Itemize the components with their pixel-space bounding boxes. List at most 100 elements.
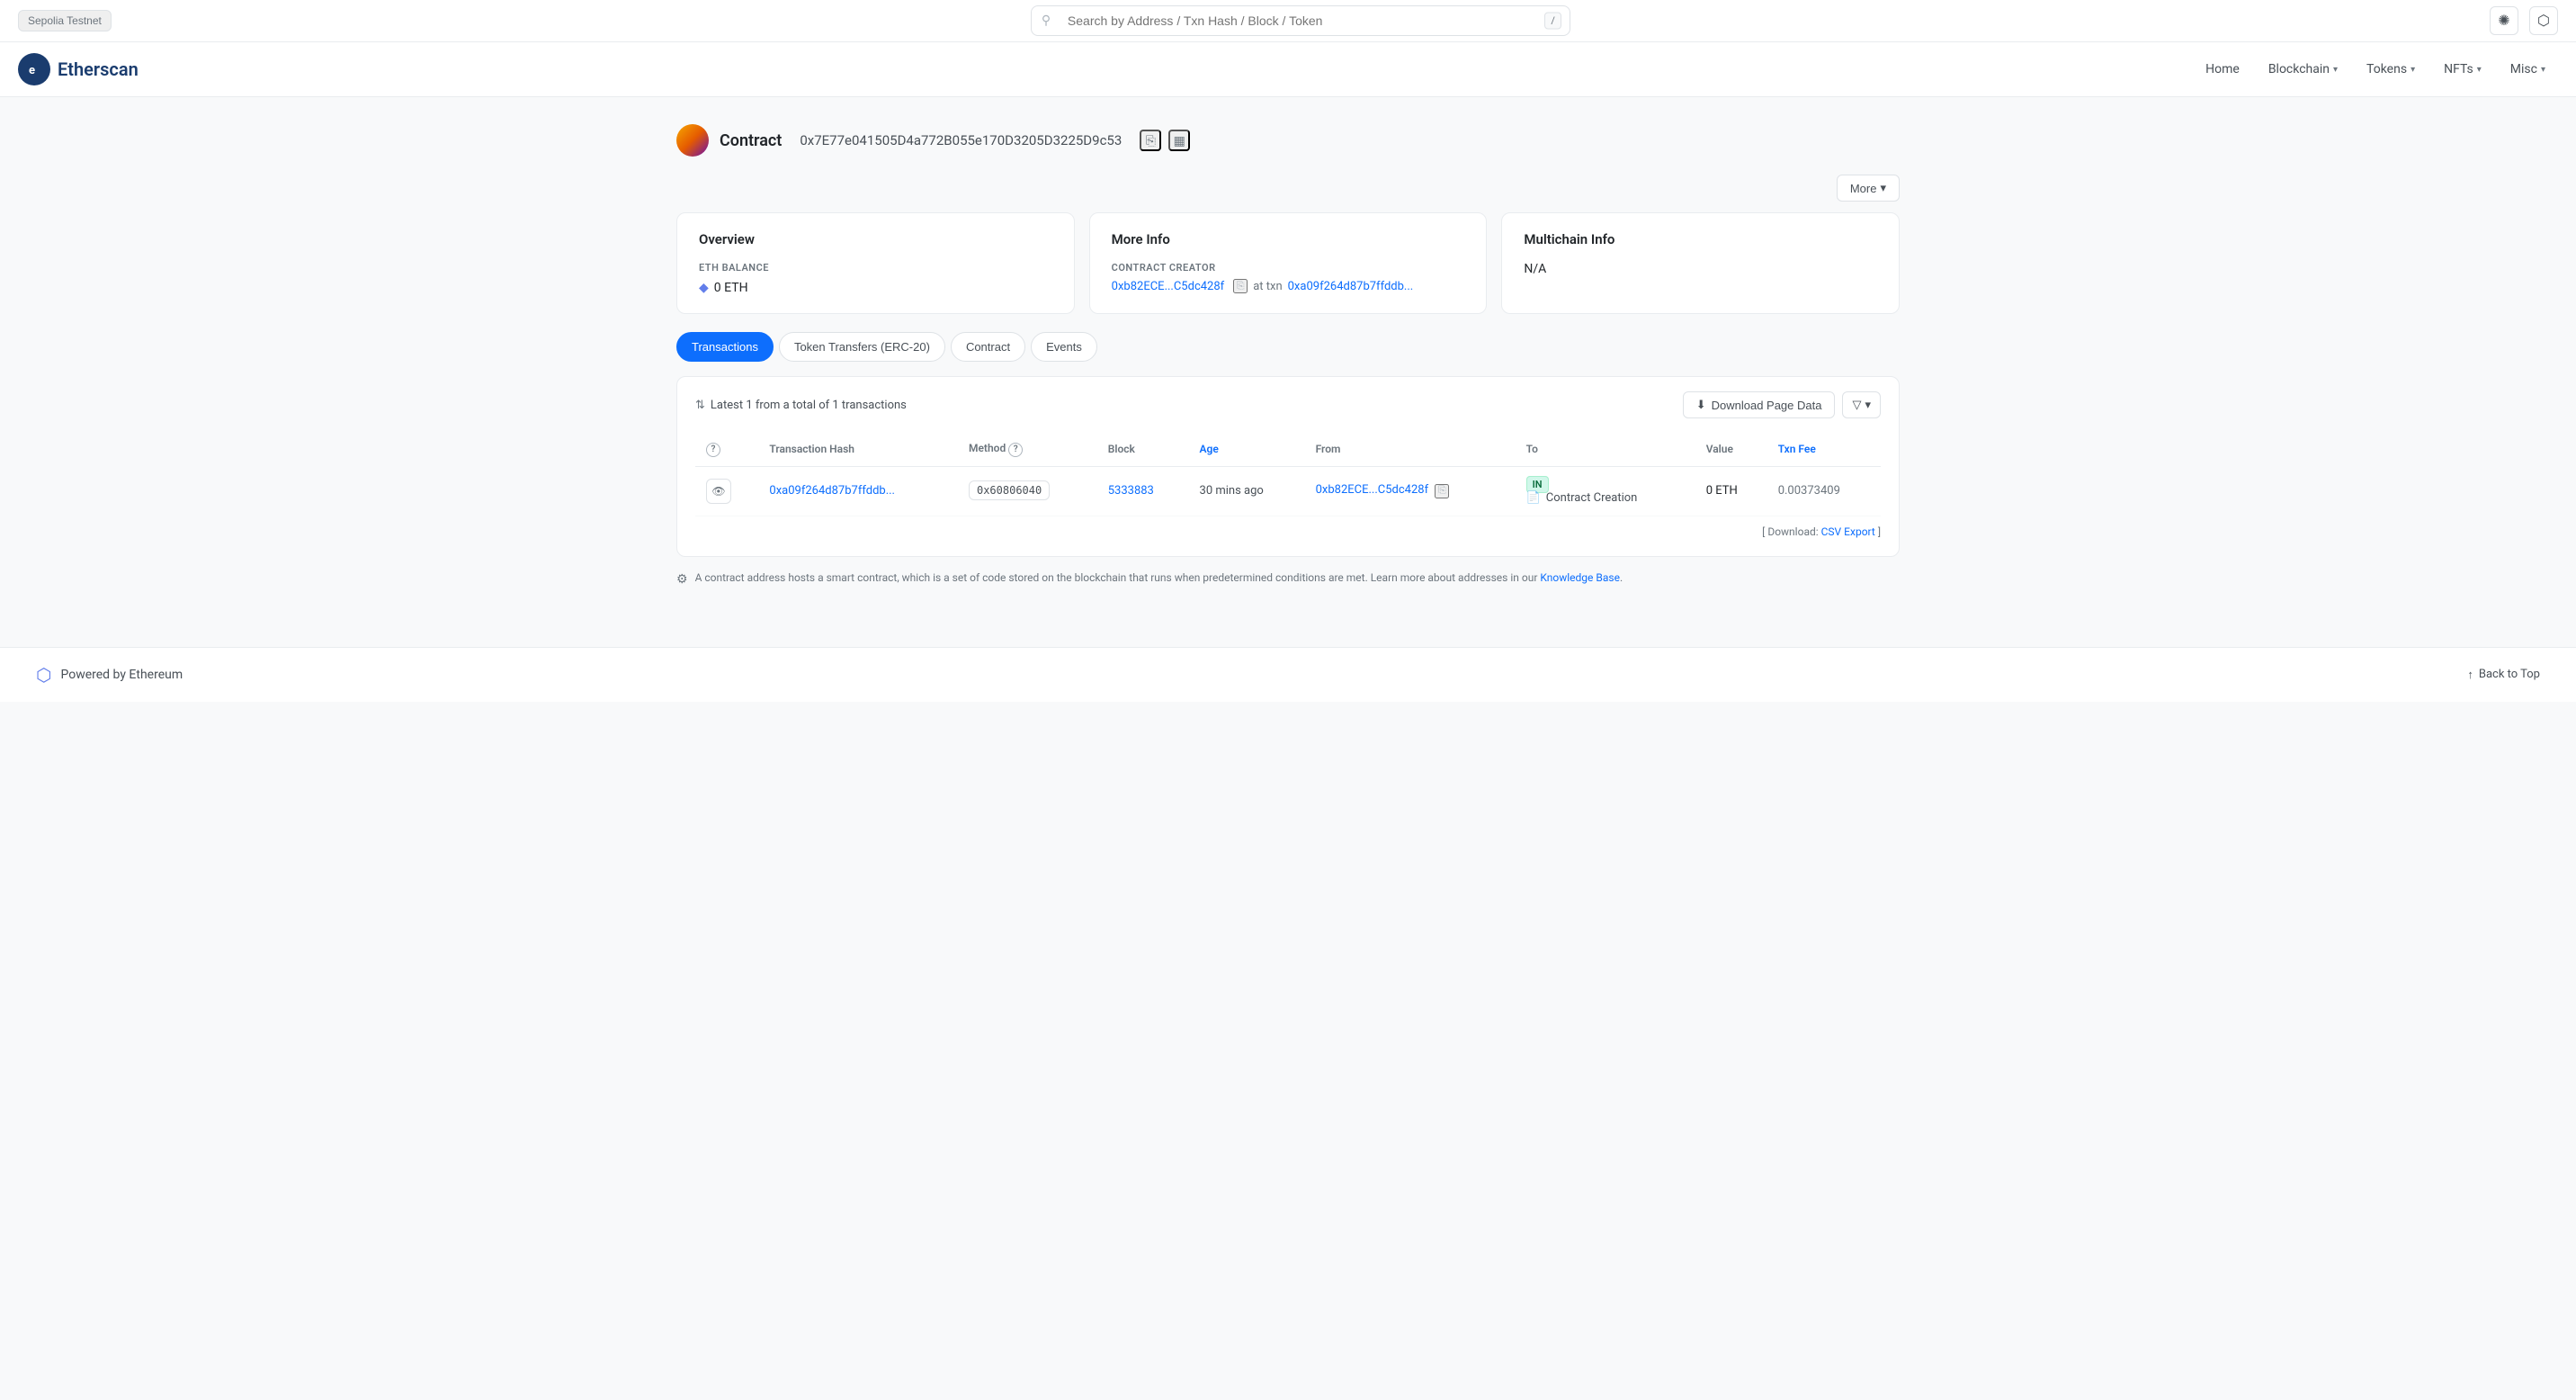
search-icon: ⚲ <box>1042 13 1051 28</box>
row-to-cell: IN 📄 Contract Creation <box>1516 466 1695 516</box>
logo-text: Etherscan <box>58 58 139 80</box>
row-block-cell: 5333883 <box>1097 466 1189 516</box>
tab-contract[interactable]: Contract <box>951 332 1025 362</box>
search-input[interactable] <box>1031 5 1570 36</box>
footer-left: ⬡ Powered by Ethereum <box>36 664 183 686</box>
creator-address-link[interactable]: 0xb82ECE...C5dc428f <box>1112 280 1225 293</box>
contract-creation-cell: 📄 Contract Creation <box>1526 491 1685 505</box>
search-bar-container: ⚲ / <box>1031 5 1570 36</box>
table-row: 👁 0xa09f264d87b7ffddb... 0x60806040 5333… <box>695 466 1881 516</box>
chevron-down-icon: ▾ <box>1880 181 1886 195</box>
eth-balance-amount: 0 ETH <box>714 281 748 295</box>
eth-icon-button[interactable]: ⬡ <box>2529 6 2558 35</box>
copy-from-button[interactable]: ⎘ <box>1435 484 1449 498</box>
info-note: ⚙ A contract address hosts a smart contr… <box>676 557 1900 593</box>
row-age-cell: 30 mins ago <box>1189 466 1305 516</box>
col-fee: Txn Fee <box>1767 433 1881 466</box>
from-address-link[interactable]: 0xb82ECE...C5dc428f <box>1316 483 1429 497</box>
info-note-text: A contract address hosts a smart contrac… <box>695 570 1623 586</box>
row-method-cell: 0x60806040 <box>958 466 1097 516</box>
eth-footer-icon: ⬡ <box>36 664 51 686</box>
header-actions: ⎘ ▦ <box>1140 130 1190 151</box>
eth-balance-value: ◆ 0 ETH <box>699 281 1052 295</box>
download-label: Download Page Data <box>1712 399 1822 412</box>
multichain-info-card: Multichain Info N/A <box>1501 212 1900 314</box>
creator-label: CONTRACT CREATOR <box>1112 262 1465 274</box>
logo-icon: e <box>18 53 50 85</box>
tx-summary: ⇅ Latest 1 from a total of 1 transaction… <box>695 399 907 412</box>
csv-suffix: ] <box>1878 525 1881 538</box>
more-button[interactable]: More ▾ <box>1837 175 1900 202</box>
tab-transactions[interactable]: Transactions <box>676 332 774 362</box>
search-shortcut: / <box>1544 13 1561 30</box>
nav-tokens[interactable]: Tokens ▾ <box>2354 53 2428 85</box>
nav-nfts[interactable]: NFTs ▾ <box>2431 53 2494 85</box>
col-eye: ? <box>695 433 758 466</box>
csv-label: [ Download: <box>1762 525 1818 538</box>
copy-creator-button[interactable]: ⎘ <box>1233 279 1248 293</box>
copy-address-button[interactable]: ⎘ <box>1140 130 1161 151</box>
block-link[interactable]: 5333883 <box>1108 484 1154 498</box>
info-cards: Overview ETH BALANCE ◆ 0 ETH More Info C… <box>676 212 1900 314</box>
transactions-section: ⇅ Latest 1 from a total of 1 transaction… <box>676 376 1900 557</box>
chevron-down-icon: ▾ <box>2477 65 2482 75</box>
col-hash: Transaction Hash <box>758 433 958 466</box>
nav-misc[interactable]: Misc ▾ <box>2498 53 2558 85</box>
col-age: Age <box>1189 433 1305 466</box>
filter-button[interactable]: ▽ ▾ <box>1842 391 1881 418</box>
tabs: Transactions Token Transfers (ERC-20) Co… <box>676 332 1900 362</box>
logo[interactable]: e Etherscan <box>18 42 139 96</box>
nav-home[interactable]: Home <box>2193 53 2252 85</box>
creator-txn-link[interactable]: 0xa09f264d87b7ffddb... <box>1288 280 1414 293</box>
footer: ⬡ Powered by Ethereum ↑ Back to Top <box>0 647 2576 702</box>
theme-toggle-button[interactable]: ✺ <box>2490 6 2518 35</box>
csv-export-link[interactable]: CSV Export <box>1821 525 1875 538</box>
more-info-card: More Info CONTRACT CREATOR 0xb82ECE...C5… <box>1089 212 1488 314</box>
testnet-badge[interactable]: Sepolia Testnet <box>18 10 112 31</box>
chevron-down-icon: ▾ <box>2333 65 2338 75</box>
qr-code-button[interactable]: ▦ <box>1168 130 1190 151</box>
eth-diamond-icon: ◆ <box>699 281 709 295</box>
col-to: To <box>1516 433 1695 466</box>
method-badge: 0x60806040 <box>969 480 1050 500</box>
back-to-top-label: Back to Top <box>2479 668 2540 681</box>
chevron-down-icon: ▾ <box>2541 65 2545 75</box>
tx-hash-link[interactable]: 0xa09f264d87b7ffddb... <box>769 484 895 498</box>
more-info-title: More Info <box>1112 231 1465 247</box>
help-icon[interactable]: ? <box>706 443 720 457</box>
row-hash-cell: 0xa09f264d87b7ffddb... <box>758 466 958 516</box>
tab-events[interactable]: Events <box>1031 332 1097 362</box>
csv-download-row: [ Download: CSV Export ] <box>695 516 1881 542</box>
sort-icon: ⇅ <box>695 399 705 412</box>
info-note-icon: ⚙ <box>676 570 688 589</box>
contract-avatar <box>676 124 709 157</box>
contract-address: 0x7E77e041505D4a772B055e170D3205D3225D9c… <box>800 132 1122 148</box>
chevron-down-icon: ▾ <box>2411 65 2415 75</box>
at-txn-text: at txn <box>1253 280 1282 293</box>
overview-card-title: Overview <box>699 231 1052 247</box>
nav-blockchain[interactable]: Blockchain ▾ <box>2256 53 2350 85</box>
col-block: Block <box>1097 433 1189 466</box>
more-section: More ▾ <box>676 175 1900 202</box>
nav-links: Home Blockchain ▾ Tokens ▾ NFTs ▾ Misc ▾ <box>2193 53 2558 85</box>
back-to-top-link[interactable]: ↑ Back to Top <box>2467 668 2540 682</box>
more-label: More <box>1850 182 1877 195</box>
knowledge-base-link[interactable]: Knowledge Base <box>1540 571 1620 584</box>
svg-text:e: e <box>29 64 35 77</box>
method-help-icon[interactable]: ? <box>1008 443 1023 457</box>
eye-button[interactable]: 👁 <box>706 479 731 504</box>
multichain-title: Multichain Info <box>1524 231 1877 247</box>
row-from-cell: 0xb82ECE...C5dc428f ⎘ <box>1305 466 1516 516</box>
download-page-data-button[interactable]: ⬇ Download Page Data <box>1683 391 1836 418</box>
tx-summary-text: Latest 1 from a total of 1 transactions <box>711 399 907 412</box>
contract-creation-label: Contract Creation <box>1546 491 1638 505</box>
eth-balance-label: ETH BALANCE <box>699 262 1052 274</box>
nav-bar: e Etherscan Home Blockchain ▾ Tokens ▾ N… <box>0 42 2576 97</box>
arrow-up-icon: ↑ <box>2467 668 2473 682</box>
tab-token-transfers[interactable]: Token Transfers (ERC-20) <box>779 332 945 362</box>
multichain-value: N/A <box>1524 262 1877 276</box>
powered-by-text: Powered by Ethereum <box>60 668 183 682</box>
download-icon: ⬇ <box>1696 398 1706 412</box>
contract-label: Contract <box>720 131 782 150</box>
col-method: Method ? <box>958 433 1097 466</box>
